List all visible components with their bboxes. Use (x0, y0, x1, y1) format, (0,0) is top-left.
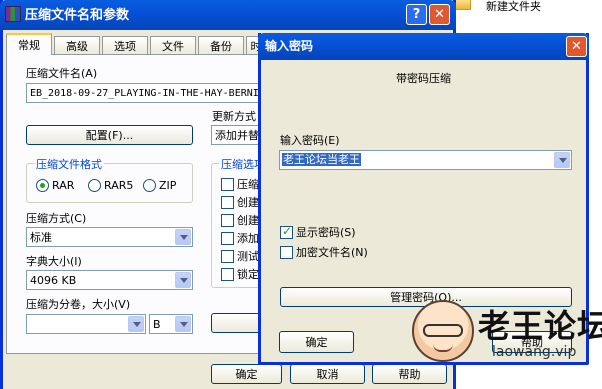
watermark-name: 老王论坛 (478, 307, 602, 345)
format-zip-label[interactable]: ZIP (159, 179, 176, 192)
update-mode-label: 更新方式 (212, 110, 256, 123)
password-input[interactable]: 老王论坛当老王 (279, 150, 572, 170)
option-label-3[interactable]: 创建 (237, 214, 259, 227)
chevron-down-icon[interactable] (175, 316, 191, 332)
dict-size-select[interactable]: 4096 KB (26, 270, 193, 290)
option-label-2[interactable]: 创建 (237, 196, 259, 209)
archive-name-label: 压缩文件名(A) (26, 67, 98, 80)
close-title-button[interactable]: ✕ (429, 4, 450, 25)
help-button[interactable]: 帮助 (372, 364, 447, 384)
folder-label[interactable]: 新建文件夹 (486, 0, 541, 13)
enter-password-label: 输入密码(E) (280, 134, 340, 147)
option-checkbox-2[interactable] (221, 196, 234, 209)
tab-backup[interactable]: 备份 (198, 36, 244, 54)
compression-method-value: 标准 (30, 231, 52, 244)
cancel-button[interactable]: 取消 (290, 364, 365, 384)
password-dialog-subtitle: 带密码压缩 (396, 72, 451, 85)
format-rar5-radio[interactable] (88, 179, 101, 192)
option-label-1[interactable]: 压缩 (237, 178, 259, 191)
format-rar-label[interactable]: RAR (52, 179, 74, 192)
archive-name-value: EB_2018-09-27_PLAYING-IN-THE-HAY-BERNIE (30, 88, 265, 99)
archive-name-input[interactable]: EB_2018-09-27_PLAYING-IN-THE-HAY-BERNIE (26, 83, 276, 103)
password-dialog-title: 输入密码 (265, 39, 314, 53)
tab-options[interactable]: 选项 (102, 36, 148, 54)
option-checkbox-1[interactable] (221, 178, 234, 191)
config-button[interactable]: 配置(F)... (26, 125, 193, 145)
mascot-glasses-icon (423, 324, 463, 337)
option-label-6[interactable]: 锁定 (237, 268, 259, 281)
tab-general[interactable]: 常规 (6, 33, 52, 55)
format-group-title: 压缩文件格式 (34, 156, 104, 172)
dict-size-label: 字典大小(I) (26, 255, 82, 268)
format-zip-radio[interactable] (143, 179, 156, 192)
encrypt-names-label[interactable]: 加密文件名(N) (296, 246, 368, 259)
mascot-mouth-icon (433, 344, 453, 352)
dict-size-value: 4096 KB (30, 274, 77, 287)
option-checkbox-5[interactable] (221, 250, 234, 263)
ok-button[interactable]: 确定 (211, 364, 282, 384)
option-checkbox-3[interactable] (221, 214, 234, 227)
show-password-label[interactable]: 显示密码(S) (296, 226, 356, 239)
tab-advanced[interactable]: 高级 (54, 36, 100, 54)
option-label-5[interactable]: 测试 (237, 250, 259, 263)
format-rar-radio[interactable] (36, 179, 49, 192)
update-mode-value: 添加并替 (215, 129, 259, 142)
show-password-checkbox[interactable] (280, 224, 293, 239)
chevron-down-icon[interactable] (128, 316, 144, 332)
password-ok-button[interactable]: 确定 (279, 331, 354, 353)
archive-dialog-title: 压缩文件名和参数 (25, 8, 130, 23)
chevron-down-icon[interactable] (175, 229, 191, 245)
compression-method-select[interactable]: 标准 (26, 227, 193, 247)
split-size-select[interactable] (26, 314, 146, 334)
split-unit-value: B (153, 318, 161, 331)
password-value: 老王论坛当老王 (282, 153, 361, 166)
format-rar5-label[interactable]: RAR5 (104, 179, 133, 192)
split-unit-select[interactable]: B (149, 314, 193, 334)
help-title-button[interactable]: ? (406, 4, 427, 25)
mascot-avatar-icon (412, 300, 474, 362)
tab-files[interactable]: 文件 (150, 36, 196, 54)
watermark-url: laowang.vip (492, 344, 577, 360)
compression-method-label: 压缩方式(C) (26, 212, 87, 225)
chevron-down-icon[interactable] (554, 152, 570, 168)
option-label-4[interactable]: 添加 (237, 232, 259, 245)
chevron-down-icon[interactable] (175, 272, 191, 288)
encrypt-names-checkbox[interactable] (280, 246, 293, 259)
winrar-app-icon (5, 6, 21, 22)
option-checkbox-4[interactable] (221, 232, 234, 245)
password-close-button[interactable]: ✕ (566, 36, 587, 57)
option-checkbox-6[interactable] (221, 268, 234, 281)
split-label: 压缩为分卷，大小(V) (26, 298, 131, 311)
